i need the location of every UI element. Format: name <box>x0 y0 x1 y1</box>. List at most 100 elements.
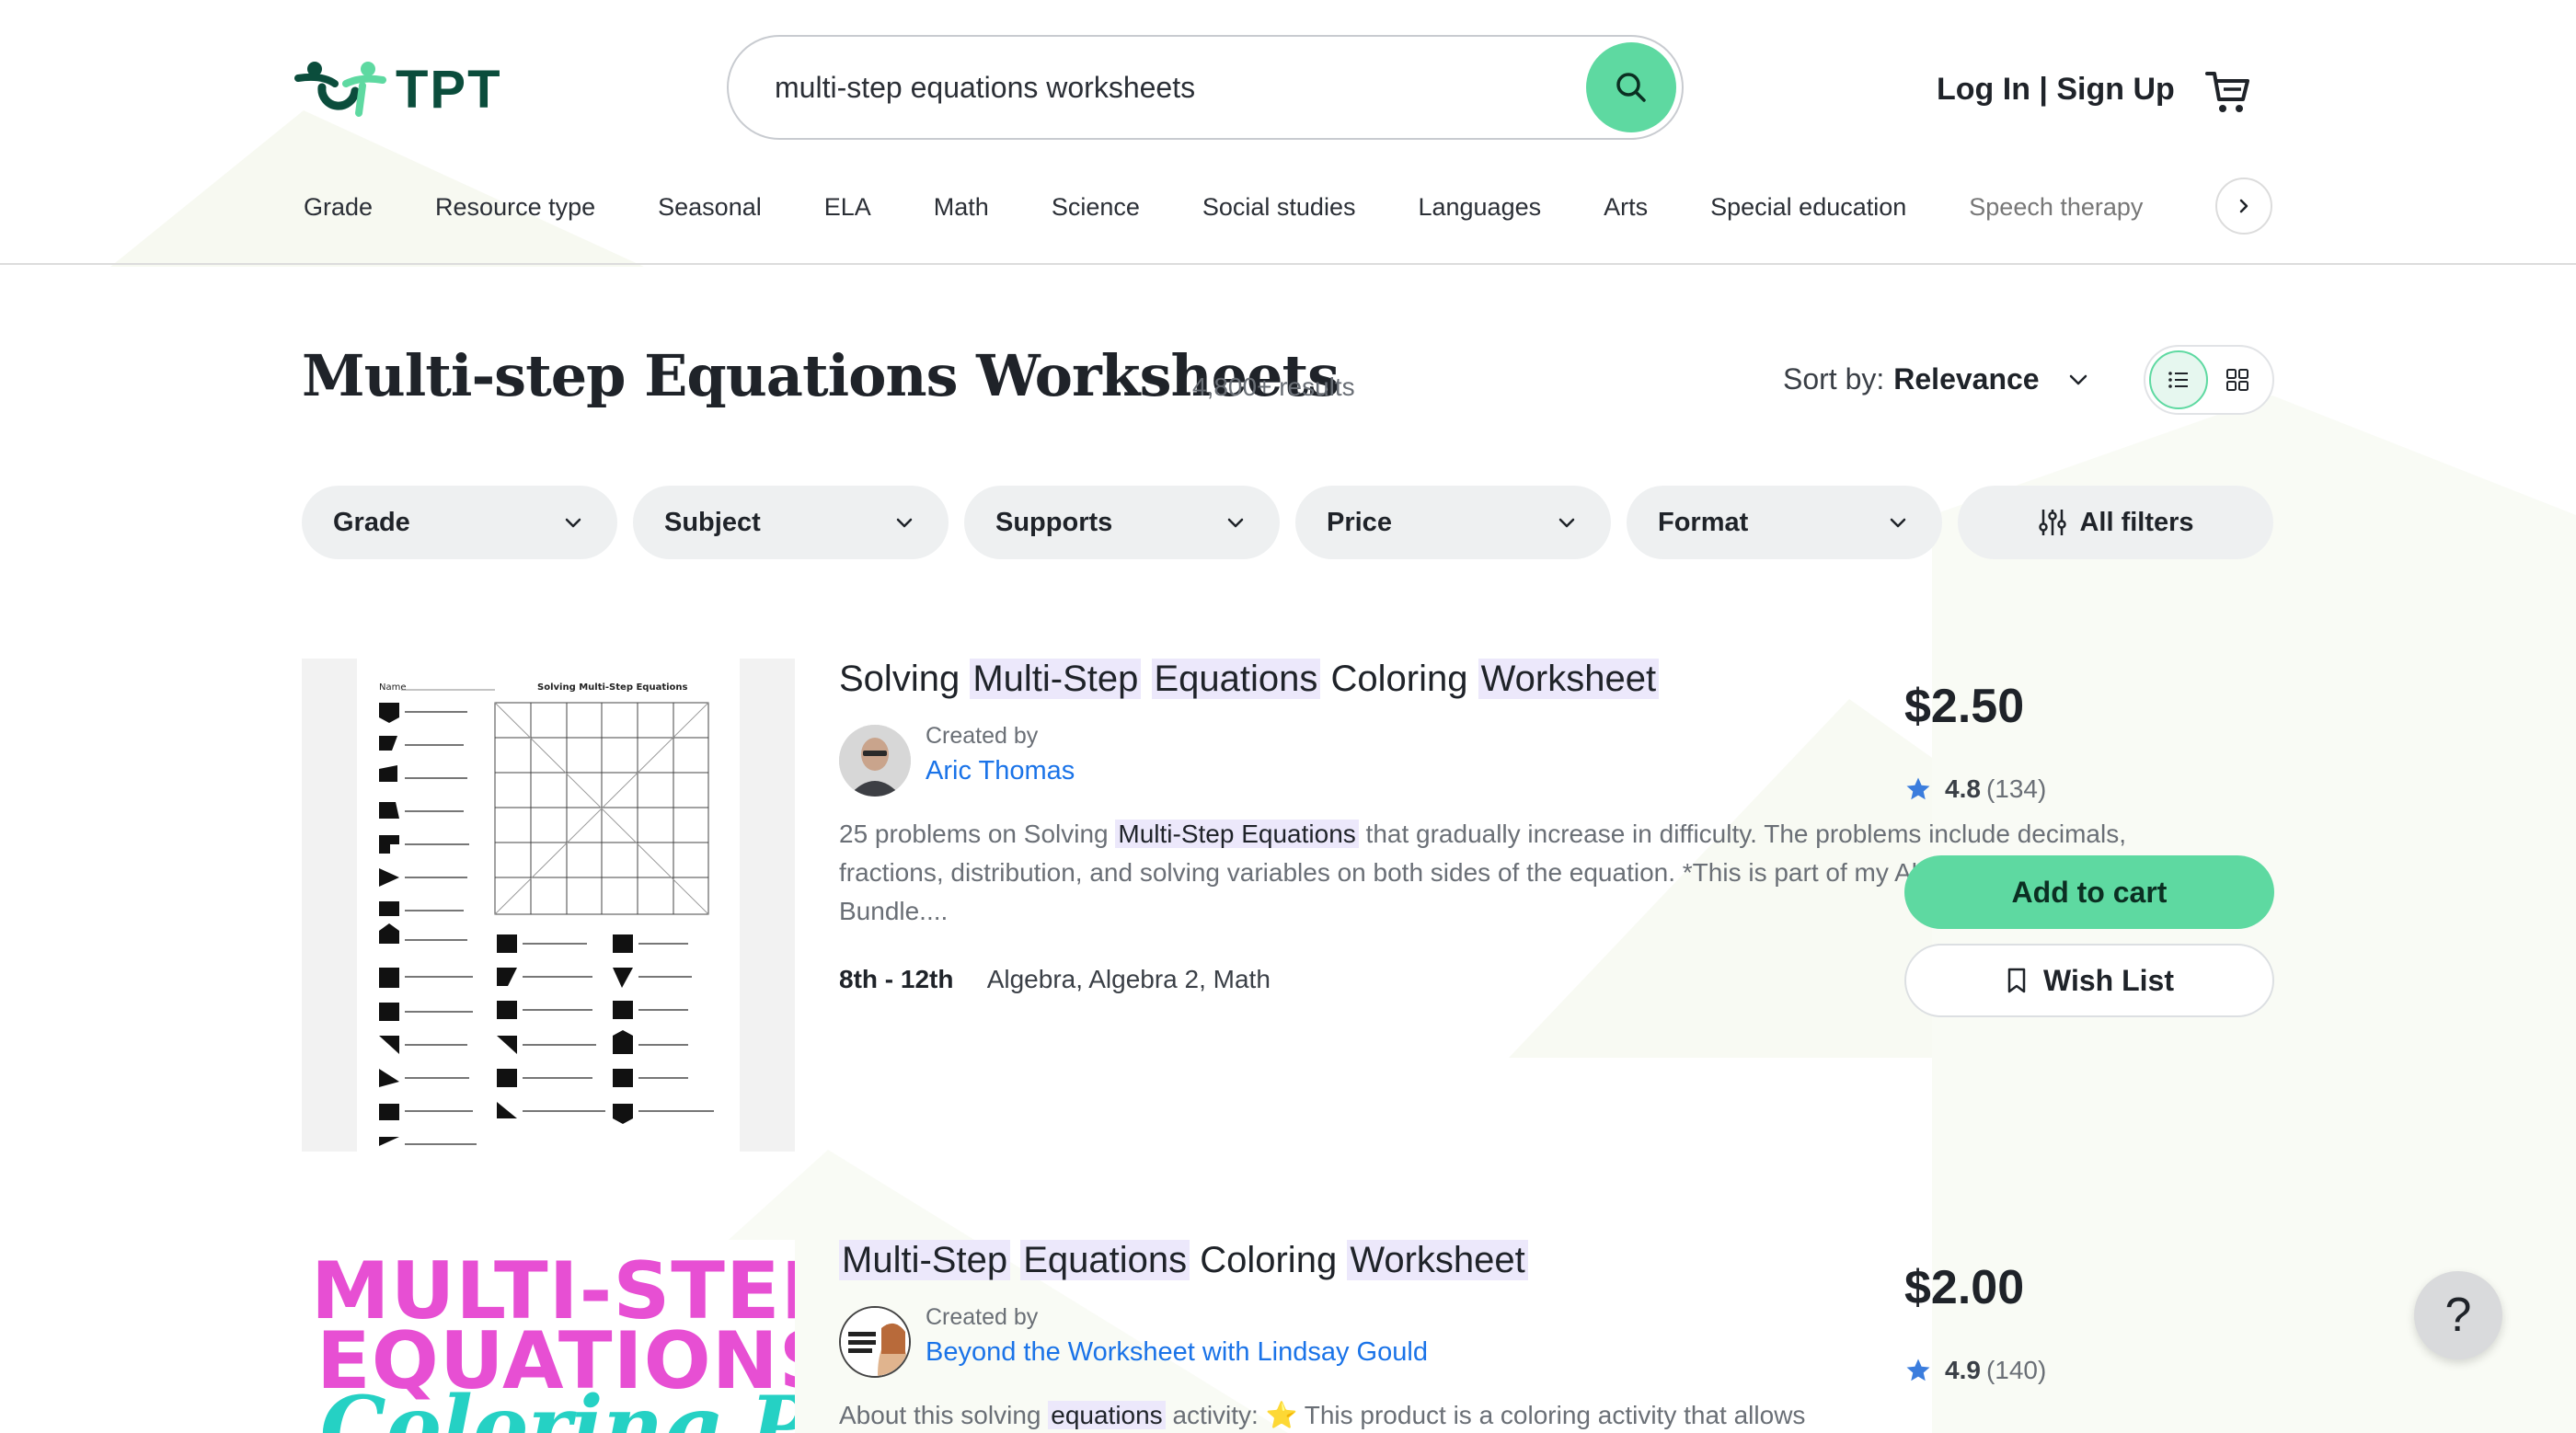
title-highlight: Multi-Step <box>970 659 1142 699</box>
title-text <box>1141 659 1151 699</box>
tpt-logo[interactable]: TPT <box>294 57 506 121</box>
nav-item-resource-type[interactable]: Resource type <box>435 193 595 222</box>
product-title-link[interactable]: Solving Multi-Step Equations Coloring Wo… <box>839 659 1660 700</box>
filter-format[interactable]: Format <box>1627 486 1942 559</box>
nav-item-speech-therapy[interactable]: Speech therapy <box>1969 193 2143 222</box>
creator-name-link[interactable]: Aric Thomas <box>926 756 1075 786</box>
view-toggle <box>2144 345 2274 415</box>
rating-count: (140) <box>1985 1356 2047 1384</box>
page-title: Multi-step Equations Worksheets <box>302 342 1340 409</box>
cart-button[interactable] <box>2204 68 2252 120</box>
thumb-name-label: Name <box>379 682 407 693</box>
filter-label: Grade <box>333 507 410 537</box>
created-by-label: Created by <box>926 723 1039 749</box>
chevron-down-icon <box>1558 518 1575 528</box>
nav-item-grade[interactable]: Grade <box>304 193 373 222</box>
chevron-down-icon <box>2069 374 2087 384</box>
title-highlight: Multi-Step <box>839 1240 1011 1280</box>
sort-dropdown[interactable]: Sort by: Relevance <box>1783 362 2095 396</box>
sort-label: Sort by: <box>1783 362 1885 396</box>
description-highlight: equations <box>1048 1401 1166 1429</box>
creator-avatar[interactable] <box>839 725 911 797</box>
site-header: TPT Log In | Sign Up Grade Resource type <box>0 0 2576 265</box>
filter-subject[interactable]: Subject <box>633 486 949 559</box>
star-icon <box>1906 1358 1930 1381</box>
search-icon <box>1616 73 1646 102</box>
product-card: Name Solving Multi-Step Equations Solvin… <box>302 659 2274 1155</box>
nav-item-languages[interactable]: Languages <box>1418 193 1541 222</box>
description-highlight: Multi-Step Equations <box>1115 820 1359 848</box>
description-text: activity: ⭐ This product is a coloring a… <box>1165 1401 1806 1429</box>
product-card: MULTI-STEP EQUATIONS Coloring Page Multi… <box>302 1240 2274 1433</box>
title-text <box>1010 1240 1020 1280</box>
filter-price[interactable]: Price <box>1295 486 1611 559</box>
product-title-link[interactable]: Multi-Step Equations Coloring Worksheet <box>839 1240 1528 1281</box>
filter-label: Supports <box>995 507 1113 537</box>
help-button[interactable]: ? <box>2414 1271 2502 1359</box>
created-by-label: Created by <box>926 1304 1039 1330</box>
nav-item-arts[interactable]: Arts <box>1604 193 1648 222</box>
login-signup-link[interactable]: Log In | Sign Up <box>1937 72 2175 108</box>
nav-item-social-studies[interactable]: Social studies <box>1202 193 1356 222</box>
wish-list-button[interactable]: Wish List <box>1904 944 2274 1017</box>
search-button[interactable] <box>1586 42 1676 132</box>
title-text: Coloring <box>1190 1240 1348 1280</box>
nav-item-ela[interactable]: ELA <box>824 193 871 222</box>
logo-wordmark: TPT <box>396 59 502 120</box>
nav-item-seasonal[interactable]: Seasonal <box>658 193 762 222</box>
nav-item-special-education[interactable]: Special education <box>1710 193 1906 222</box>
grid-view-icon <box>2226 369 2248 391</box>
star-icon <box>1906 777 1930 800</box>
creator-avatar[interactable] <box>839 1306 911 1378</box>
store-logo-icon <box>841 1308 909 1376</box>
tpt-logo-mark-icon <box>294 62 386 117</box>
chevron-down-icon <box>1890 518 1906 528</box>
product-price: $2.50 <box>1904 680 2025 733</box>
creator-name-link[interactable]: Beyond the Worksheet with Lindsay Gould <box>926 1337 1428 1368</box>
filter-bar: Grade Subject Supports Price Format All … <box>302 486 2273 559</box>
nav-scroll-right-button[interactable] <box>2215 178 2272 235</box>
filter-grade[interactable]: Grade <box>302 486 617 559</box>
list-view-button[interactable] <box>2149 350 2208 409</box>
filter-label: Price <box>1327 507 1392 537</box>
product-rating: 4.9 (140) <box>1904 1356 2046 1385</box>
filter-sliders-icon <box>2039 510 2067 535</box>
title-text: Solving <box>839 659 971 699</box>
product-price: $2.00 <box>1904 1261 2025 1314</box>
grade-range: 8th - 12th <box>839 965 954 993</box>
person-avatar-icon <box>839 725 911 797</box>
search-bar[interactable] <box>727 35 1684 140</box>
title-highlight: Equations <box>1151 659 1321 699</box>
filter-supports[interactable]: Supports <box>964 486 1280 559</box>
thumb-text-line3: Coloring Page <box>320 1378 795 1433</box>
product-thumbnail[interactable]: MULTI-STEP EQUATIONS Coloring Page <box>302 1240 795 1433</box>
search-input[interactable] <box>775 60 1566 115</box>
category-nav: Grade Resource type Seasonal ELA Math Sc… <box>304 184 2205 230</box>
description-text: 25 problems on Solving <box>839 820 1116 848</box>
grid-view-button[interactable] <box>2208 350 2267 409</box>
bookmark-icon <box>2007 968 2026 993</box>
chevron-down-icon <box>896 518 913 528</box>
list-view-icon <box>2168 372 2188 388</box>
subject-list: Algebra, Algebra 2, Math <box>986 965 1271 993</box>
title-text: Coloring <box>1320 659 1478 699</box>
rating-count: (134) <box>1985 774 2047 803</box>
all-filters-button[interactable]: All filters <box>1958 486 2273 559</box>
product-rating: 4.8 (134) <box>1904 774 2046 804</box>
chevron-right-icon <box>2239 199 2248 213</box>
thumb-title: Solving Multi-Step Equations <box>537 682 688 693</box>
wish-list-label: Wish List <box>2043 963 2174 997</box>
description-text: About this solving <box>839 1401 1049 1429</box>
results-count: 4,800+ results <box>1192 373 1355 401</box>
worksheet-preview-image: Name Solving Multi-Step Equations <box>357 659 740 1152</box>
filter-label: All filters <box>2079 507 2194 537</box>
nav-item-science[interactable]: Science <box>1052 193 1140 222</box>
product-meta: 8th - 12th Algebra, Algebra 2, Math <box>839 965 1271 994</box>
product-thumbnail[interactable]: Name Solving Multi-Step Equations <box>302 659 795 1152</box>
title-highlight: Worksheet <box>1478 659 1660 699</box>
chevron-down-icon <box>565 518 581 528</box>
filter-label: Subject <box>664 507 761 537</box>
add-to-cart-button[interactable]: Add to cart <box>1904 855 2274 929</box>
nav-item-math[interactable]: Math <box>934 193 989 222</box>
sort-value: Relevance <box>1893 362 2040 396</box>
